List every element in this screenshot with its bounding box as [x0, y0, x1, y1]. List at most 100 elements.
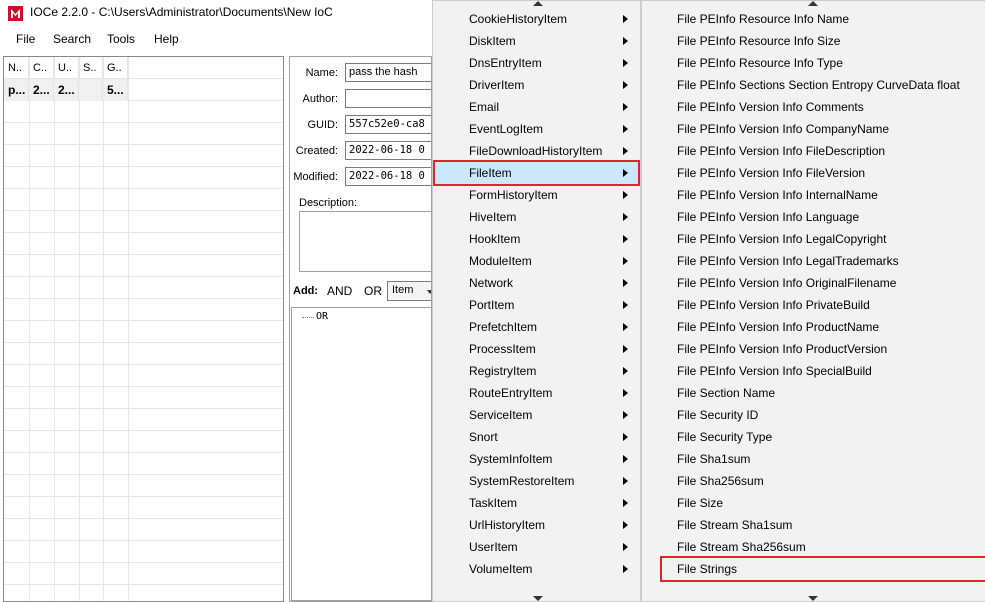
menu-item-systeminfoitem[interactable]: SystemInfoItem [435, 448, 638, 470]
menu-item-registryitem[interactable]: RegistryItem [435, 360, 638, 382]
author-field[interactable] [345, 89, 431, 108]
submenu-item-file-stream-sha1sum[interactable]: File Stream Sha1sum [644, 514, 982, 536]
menu-item-eventlogitem[interactable]: EventLogItem [435, 118, 638, 140]
submenu-item-file-peinfo-resource-info-size[interactable]: File PEInfo Resource Info Size [644, 30, 982, 52]
menu-file[interactable]: File [16, 32, 35, 46]
submenu-arrow-icon [623, 81, 628, 89]
submenu-item-file-peinfo-version-info-productversion[interactable]: File PEInfo Version Info ProductVersion [644, 338, 982, 360]
scroll-up-icon[interactable] [533, 1, 543, 6]
submenu-item-file-sha1sum[interactable]: File Sha1sum [644, 448, 982, 470]
menu-item-label: ProcessItem [469, 342, 536, 356]
scroll-up-icon[interactable] [808, 1, 818, 6]
menu-item-formhistoryitem[interactable]: FormHistoryItem [435, 184, 638, 206]
description-field[interactable] [299, 211, 431, 272]
menu-item-filedownloadhistoryitem[interactable]: FileDownloadHistoryItem [435, 140, 638, 162]
submenu-arrow-icon [623, 499, 628, 507]
menu-item-hiveitem[interactable]: HiveItem [435, 206, 638, 228]
submenu-item-file-sha256sum[interactable]: File Sha256sum [644, 470, 982, 492]
menu-item-useritem[interactable]: UserItem [435, 536, 638, 558]
menu-item-hookitem[interactable]: HookItem [435, 228, 638, 250]
submenu-item-file-peinfo-version-info-companyname[interactable]: File PEInfo Version Info CompanyName [644, 118, 982, 140]
menu-item-dnsentryitem[interactable]: DnsEntryItem [435, 52, 638, 74]
menu-item-portitem[interactable]: PortItem [435, 294, 638, 316]
menu-item-label: DriverItem [469, 78, 525, 92]
submenu-item-file-peinfo-version-info-legaltrademarks[interactable]: File PEInfo Version Info LegalTrademarks [644, 250, 982, 272]
submenu-item-file-section-name[interactable]: File Section Name [644, 382, 982, 404]
submenu-item-file-peinfo-version-info-language[interactable]: File PEInfo Version Info Language [644, 206, 982, 228]
item-type-menu[interactable]: CookieHistoryItem DiskItem DnsEntryItem Dri… [432, 0, 641, 602]
submenu-item-file-peinfo-version-info-legalcopyright[interactable]: File PEInfo Version Info LegalCopyright [644, 228, 982, 250]
menu-item-taskitem[interactable]: TaskItem [435, 492, 638, 514]
menu-item-urlhistoryitem[interactable]: UrlHistoryItem [435, 514, 638, 536]
submenu-item-file-security-type[interactable]: File Security Type [644, 426, 982, 448]
table-cell-s[interactable] [79, 79, 103, 101]
submenu-arrow-icon [623, 367, 628, 375]
author-label: Author: [302, 93, 338, 105]
menu-item-moduleitem[interactable]: ModuleItem [435, 250, 638, 272]
menu-item-diskitem[interactable]: DiskItem [435, 30, 638, 52]
menu-item-serviceitem[interactable]: ServiceItem [435, 404, 638, 426]
tree-node-or[interactable]: OR [316, 311, 328, 322]
ioc-list[interactable]: N.. C.. U.. S.. G.. p... 2... 2... 5... [3, 56, 284, 602]
menu-item-label: EventLogItem [469, 122, 544, 136]
menu-search[interactable]: Search [53, 32, 91, 46]
submenu-item-file-peinfo-version-info-filedescription[interactable]: File PEInfo Version Info FileDescription [644, 140, 982, 162]
submenu-item-file-size[interactable]: File Size [644, 492, 982, 514]
add-and-button[interactable]: AND [327, 284, 352, 298]
column-header-guid[interactable]: G.. [103, 57, 128, 79]
submenu-item-file-peinfo-version-info-comments[interactable]: File PEInfo Version Info Comments [644, 96, 982, 118]
table-cell-created[interactable]: 2... [29, 79, 54, 101]
menu-item-snort[interactable]: Snort [435, 426, 638, 448]
fileitem-submenu[interactable]: File PEInfo Resource Info Name File PEInf… [641, 0, 985, 602]
menu-tools[interactable]: Tools [107, 32, 135, 46]
submenu-arrow-icon [623, 433, 628, 441]
menu-item-volumeitem[interactable]: VolumeItem [435, 558, 638, 580]
submenu-arrow-icon [623, 565, 628, 573]
table-cell-name[interactable]: p... [4, 79, 29, 101]
submenu-item-file-strings[interactable]: File Strings [660, 556, 985, 582]
menu-item-email[interactable]: Email [435, 96, 638, 118]
indicator-tree[interactable]: OR [291, 307, 431, 601]
menu-item-processitem[interactable]: ProcessItem [435, 338, 638, 360]
submenu-item-file-peinfo-resource-info-type[interactable]: File PEInfo Resource Info Type [644, 52, 982, 74]
menu-item-cookiehistoryitem[interactable]: CookieHistoryItem [435, 8, 638, 30]
add-or-button[interactable]: OR [364, 284, 382, 298]
submenu-arrow-icon [623, 389, 628, 397]
menu-item-label: TaskItem [469, 496, 518, 510]
menu-item-label: ModuleItem [469, 254, 532, 268]
column-header-s[interactable]: S.. [79, 57, 103, 79]
menu-item-prefetchitem[interactable]: PrefetchItem [435, 316, 638, 338]
menu-item-network[interactable]: Network [435, 272, 638, 294]
name-field[interactable]: pass the hash [345, 63, 431, 82]
submenu-item-file-peinfo-sections-section-entropy-curvedata-float[interactable]: File PEInfo Sections Section Entropy Cur… [644, 74, 982, 96]
menu-item-driveritem[interactable]: DriverItem [435, 74, 638, 96]
created-field[interactable]: 2022-06-18 0 [345, 141, 431, 160]
submenu-item-file-peinfo-version-info-specialbuild[interactable]: File PEInfo Version Info SpecialBuild [644, 360, 982, 382]
menu-item-systemrestoreitem[interactable]: SystemRestoreItem [435, 470, 638, 492]
modified-field[interactable]: 2022-06-18 0 [345, 167, 431, 186]
menu-item-label: SystemInfoItem [469, 452, 553, 466]
submenu-item-file-peinfo-version-info-productname[interactable]: File PEInfo Version Info ProductName [644, 316, 982, 338]
submenu-item-file-security-id[interactable]: File Security ID [644, 404, 982, 426]
menu-item-routeentryitem[interactable]: RouteEntryItem [435, 382, 638, 404]
submenu-arrow-icon [623, 301, 628, 309]
table-cell-updated[interactable]: 2... [54, 79, 79, 101]
menu-help[interactable]: Help [154, 32, 179, 46]
add-label: Add: [293, 285, 319, 297]
item-dropdown[interactable]: Item [387, 281, 431, 301]
submenu-item-file-peinfo-version-info-originalfilename[interactable]: File PEInfo Version Info OriginalFilenam… [644, 272, 982, 294]
tree-connector [302, 317, 314, 318]
scroll-down-icon[interactable] [808, 596, 818, 601]
submenu-item-file-peinfo-version-info-fileversion[interactable]: File PEInfo Version Info FileVersion [644, 162, 982, 184]
column-header-created[interactable]: C.. [29, 57, 54, 79]
submenu-item-file-peinfo-version-info-privatebuild[interactable]: File PEInfo Version Info PrivateBuild [644, 294, 982, 316]
submenu-item-file-peinfo-resource-info-name[interactable]: File PEInfo Resource Info Name [644, 8, 982, 30]
submenu-item-file-peinfo-version-info-internalname[interactable]: File PEInfo Version Info InternalName [644, 184, 982, 206]
menu-item-fileitem[interactable]: FileItem [433, 160, 640, 186]
submenu-item-file-stream-sha256sum[interactable]: File Stream Sha256sum [644, 536, 982, 558]
column-header-name[interactable]: N.. [4, 57, 29, 79]
column-header-updated[interactable]: U.. [54, 57, 79, 79]
guid-field[interactable]: 557c52e0-ca8 [345, 115, 431, 134]
table-cell-guid[interactable]: 5... [103, 79, 128, 101]
scroll-down-icon[interactable] [533, 596, 543, 601]
